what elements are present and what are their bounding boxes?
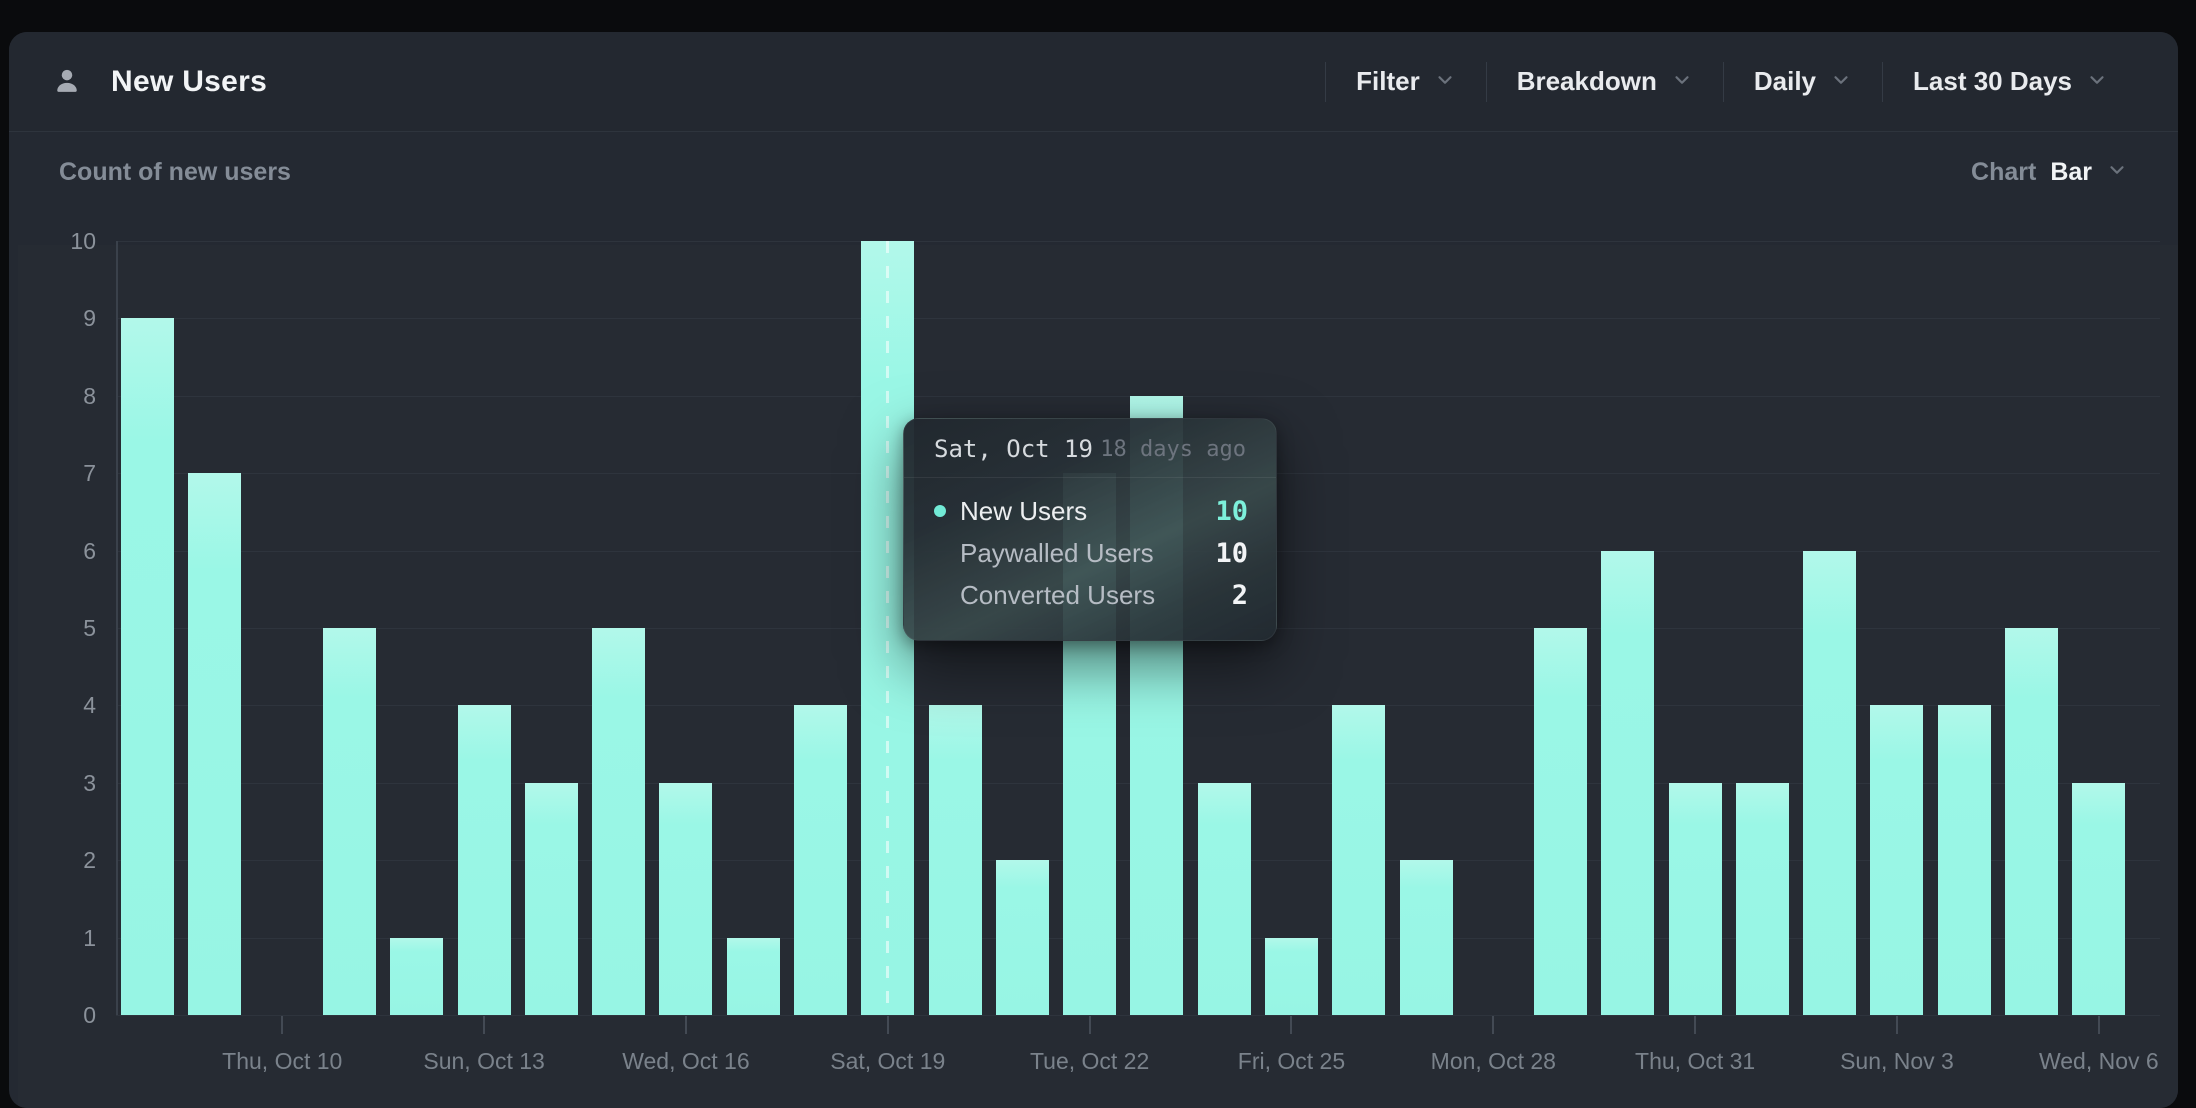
tooltip-row: New Users 10: [934, 490, 1248, 532]
granularity-label: Daily: [1754, 66, 1816, 97]
bar[interactable]: [2072, 783, 2125, 1015]
series-dot-icon: [934, 505, 946, 517]
bar[interactable]: [1534, 628, 1587, 1015]
bar[interactable]: [2005, 628, 2058, 1015]
chart-tooltip: Sat, Oct 19 18 days ago New Users 10 Pay…: [903, 418, 1277, 641]
tooltip-row-value: 10: [1215, 496, 1248, 527]
chevron-down-icon: [1434, 69, 1456, 94]
breakdown-label: Breakdown: [1517, 66, 1657, 97]
header-controls: Filter Breakdown Daily Last 30 Days: [1325, 52, 2138, 112]
bar[interactable]: [1669, 783, 1722, 1015]
date-range-label: Last 30 Days: [1913, 66, 2072, 97]
bar[interactable]: [1736, 783, 1789, 1015]
dashboard-screen: New Users Filter Breakdown Daily: [0, 0, 2196, 1108]
date-range-dropdown[interactable]: Last 30 Days: [1883, 52, 2138, 112]
bar[interactable]: [592, 628, 645, 1015]
bar[interactable]: [1870, 705, 1923, 1015]
tooltip-rows: New Users 10 Paywalled Users 10 Converte…: [904, 478, 1276, 616]
chart-word: Chart: [1971, 158, 2036, 187]
bar[interactable]: [121, 318, 174, 1015]
bar[interactable]: [659, 783, 712, 1015]
chevron-down-icon: [2086, 69, 2108, 94]
subheader: Count of new users Chart Bar: [9, 132, 2178, 213]
bar[interactable]: [1938, 705, 1991, 1015]
bar[interactable]: [188, 473, 241, 1015]
user-icon: [49, 64, 85, 100]
filter-dropdown[interactable]: Filter: [1326, 52, 1486, 112]
chevron-down-icon: [1671, 69, 1693, 94]
bar[interactable]: [727, 938, 780, 1015]
tooltip-row-value: 2: [1232, 580, 1248, 611]
bar[interactable]: [1198, 783, 1251, 1015]
metric-label: Count of new users: [59, 158, 291, 187]
bar[interactable]: [1803, 551, 1856, 1015]
bar[interactable]: [323, 628, 376, 1015]
bar[interactable]: [390, 938, 443, 1015]
tooltip-header: Sat, Oct 19 18 days ago: [904, 419, 1276, 478]
bar[interactable]: [1265, 938, 1318, 1015]
card-header: New Users Filter Breakdown Daily: [9, 32, 2178, 132]
tooltip-row: Paywalled Users 10: [934, 532, 1248, 574]
tooltip-relative-time: 18 days ago: [1100, 437, 1246, 462]
tooltip-row-label: Paywalled Users: [960, 538, 1154, 569]
bar[interactable]: [929, 705, 982, 1015]
bar[interactable]: [1601, 551, 1654, 1015]
title-group: New Users: [49, 64, 267, 100]
bar[interactable]: [1400, 860, 1453, 1015]
chart-type-value: Bar: [2050, 158, 2092, 187]
bar[interactable]: [525, 783, 578, 1015]
filter-label: Filter: [1356, 66, 1420, 97]
chevron-down-icon: [1830, 69, 1852, 94]
page-title: New Users: [111, 65, 267, 99]
tooltip-row: Converted Users 2: [934, 574, 1248, 616]
tooltip-row-value: 10: [1215, 538, 1248, 569]
granularity-dropdown[interactable]: Daily: [1724, 52, 1882, 112]
chart-type-dropdown[interactable]: Chart Bar: [1971, 158, 2128, 187]
tooltip-date: Sat, Oct 19: [934, 435, 1093, 463]
bar[interactable]: [794, 705, 847, 1015]
tooltip-row-label: New Users: [960, 496, 1087, 527]
chevron-down-icon: [2106, 159, 2128, 186]
hover-dashed-line: [886, 241, 889, 1015]
bar[interactable]: [996, 860, 1049, 1015]
tooltip-row-label: Converted Users: [960, 580, 1155, 611]
bar[interactable]: [1332, 705, 1385, 1015]
breakdown-dropdown[interactable]: Breakdown: [1487, 52, 1723, 112]
bar[interactable]: [458, 705, 511, 1015]
